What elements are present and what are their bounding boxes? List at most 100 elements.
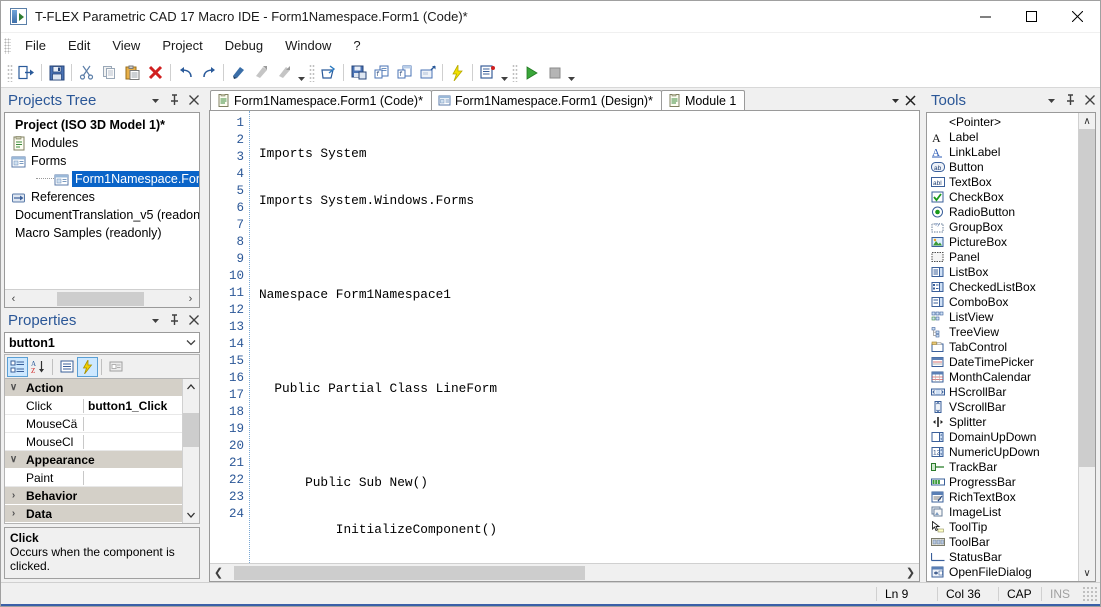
property-category-appearance[interactable]: ∨ Appearance	[5, 451, 182, 469]
tool-item-checkbox[interactable]: CheckBox	[927, 189, 1078, 204]
scroll-right-icon[interactable]: ❯	[902, 565, 919, 581]
tool-item-treeview[interactable]: TreeView	[927, 324, 1078, 339]
property-category-action[interactable]: ∨ Action	[5, 379, 182, 397]
toolbar-overflow-3[interactable]	[566, 62, 577, 83]
tool-item-groupbox[interactable]: xy GroupBox	[927, 219, 1078, 234]
tools-close-icon[interactable]	[1081, 91, 1098, 109]
scroll-left-icon[interactable]: ❮	[210, 565, 227, 581]
close-button[interactable]	[1054, 1, 1100, 32]
tool-item-domainupdown[interactable]: DomainUpDown	[927, 429, 1078, 444]
property-row-paint[interactable]: Paint	[5, 469, 182, 487]
properties-close-icon[interactable]	[185, 311, 202, 329]
scroll-track[interactable]	[22, 291, 182, 307]
tab-form1-design[interactable]: Form1Namespace.Form1 (Design)*	[430, 90, 662, 110]
scroll-down-icon[interactable]	[183, 507, 199, 523]
editor-hscrollbar[interactable]: ❮ ❯	[210, 563, 919, 581]
scroll-track[interactable]	[1079, 129, 1095, 565]
tree-node-forms[interactable]: Forms	[10, 152, 199, 170]
export-icon[interactable]	[416, 61, 439, 84]
scroll-thumb[interactable]	[233, 565, 585, 580]
expander-icon[interactable]: ∨	[5, 382, 22, 393]
tool-item-datetimepicker[interactable]: DateTimePicker	[927, 354, 1078, 369]
tree-node-form1[interactable]: Form1Namespace.Form1*	[10, 170, 199, 188]
projects-close-icon[interactable]	[185, 91, 202, 109]
projects-pin-icon[interactable]	[166, 91, 183, 109]
categorized-icon[interactable]	[7, 356, 28, 377]
tool-item-textbox[interactable]: abl TextBox	[927, 174, 1078, 189]
bookmark-prev-icon[interactable]	[273, 61, 296, 84]
add-module-icon[interactable]: f	[370, 61, 393, 84]
toolbox-vscrollbar[interactable]: ∧ ∨	[1078, 113, 1095, 581]
scroll-thumb[interactable]	[57, 291, 144, 306]
menu-view[interactable]: View	[101, 34, 151, 57]
menu-edit[interactable]: Edit	[57, 34, 101, 57]
toolbar-overflow-1[interactable]	[296, 62, 307, 83]
tool-item-tabcontrol[interactable]: TabControl	[927, 339, 1078, 354]
redo-icon[interactable]	[197, 61, 220, 84]
scroll-right-icon[interactable]: ›	[182, 291, 199, 307]
tool-item-radiobutton[interactable]: RadioButton	[927, 204, 1078, 219]
tool-item-richtextbox[interactable]: RichTextBox	[927, 489, 1078, 504]
properties-pin-icon[interactable]	[166, 311, 183, 329]
tool-item-progressbar[interactable]: ProgressBar	[927, 474, 1078, 489]
expander-icon[interactable]: ›	[5, 490, 22, 501]
tool-item-toolbar[interactable]: ToolBar	[927, 534, 1078, 549]
tab-close-icon[interactable]	[903, 92, 918, 108]
add-form-icon[interactable]: f	[393, 61, 416, 84]
property-category-behavior[interactable]: › Behavior	[5, 487, 182, 505]
scroll-thumb[interactable]	[183, 413, 199, 447]
tools-dropdown-icon[interactable]	[1043, 91, 1060, 109]
tool-item-openfiledialog[interactable]: OpenFileDialog	[927, 564, 1078, 579]
new-project-icon[interactable]	[317, 61, 340, 84]
properties-object-selector[interactable]: button1	[4, 332, 200, 353]
tool-item-monthcalendar[interactable]: MonthCalendar	[927, 369, 1078, 384]
expander-icon[interactable]: ∨	[5, 454, 22, 465]
maximize-button[interactable]	[1008, 1, 1054, 32]
tool-item-statusbar[interactable]: StatusBar	[927, 549, 1078, 564]
tool-item-linklabel[interactable]: A LinkLabel	[927, 144, 1078, 159]
scroll-down-icon[interactable]: ∨	[1079, 565, 1095, 581]
tool-item-vscrollbar[interactable]: VScrollBar	[927, 399, 1078, 414]
projects-tree-hscrollbar[interactable]: ‹ ›	[5, 289, 199, 307]
scroll-up-icon[interactable]	[183, 379, 199, 395]
paste-icon[interactable]	[121, 61, 144, 84]
properties-dropdown-icon[interactable]	[147, 311, 164, 329]
tool-item-combobox[interactable]: ComboBox	[927, 294, 1078, 309]
property-row-mousecapture[interactable]: MouseCä	[5, 415, 182, 433]
tool-item-tr ackbar[interactable]: TrackBar	[927, 459, 1078, 474]
references-icon[interactable]	[476, 61, 499, 84]
tab-dropdown-icon[interactable]	[888, 92, 903, 108]
tree-node-macro-samples[interactable]: Macro Samples (readonly)	[10, 224, 199, 242]
delete-icon[interactable]	[144, 61, 167, 84]
tool-item-checkedlistbox[interactable]: CheckedListBox	[927, 279, 1078, 294]
menu-project[interactable]: Project	[151, 34, 213, 57]
copy-icon[interactable]	[98, 61, 121, 84]
tree-node-modules[interactable]: Modules	[10, 134, 199, 152]
minimize-button[interactable]	[962, 1, 1008, 32]
undo-icon[interactable]	[174, 61, 197, 84]
tools-pin-icon[interactable]	[1062, 91, 1079, 109]
save-project-icon[interactable]	[347, 61, 370, 84]
bookmark-toggle-icon[interactable]	[227, 61, 250, 84]
tab-module1[interactable]: Module 1	[660, 90, 746, 110]
run-icon[interactable]	[520, 61, 543, 84]
property-row-mouseclick[interactable]: MouseCl	[5, 433, 182, 451]
scroll-up-icon[interactable]: ∧	[1079, 113, 1095, 129]
tool-item-label[interactable]: A Label	[927, 129, 1078, 144]
scroll-thumb[interactable]	[1079, 129, 1095, 467]
scroll-track[interactable]	[227, 565, 902, 581]
tab-form1-code[interactable]: Form1Namespace.Form1 (Code)*	[210, 90, 432, 110]
chevron-down-icon[interactable]	[182, 339, 199, 346]
alphabetical-icon[interactable]: A Z	[28, 357, 49, 377]
properties-icon[interactable]	[56, 357, 77, 377]
tool-item-listbox[interactable]: ListBox	[927, 264, 1078, 279]
expander-icon[interactable]: ›	[5, 508, 22, 519]
save-icon[interactable]	[45, 61, 68, 84]
tree-node-doctranslation[interactable]: DocumentTranslation_v5 (readonly)	[10, 206, 199, 224]
property-pages-icon[interactable]	[105, 357, 126, 377]
tool-item-picturebox[interactable]: PictureBox	[927, 234, 1078, 249]
projects-dropdown-icon[interactable]	[147, 91, 164, 109]
menu-window[interactable]: Window	[274, 34, 342, 57]
tool-item-pointer[interactable]: <Pointer>	[927, 114, 1078, 129]
property-value[interactable]: button1_Click	[84, 399, 182, 413]
